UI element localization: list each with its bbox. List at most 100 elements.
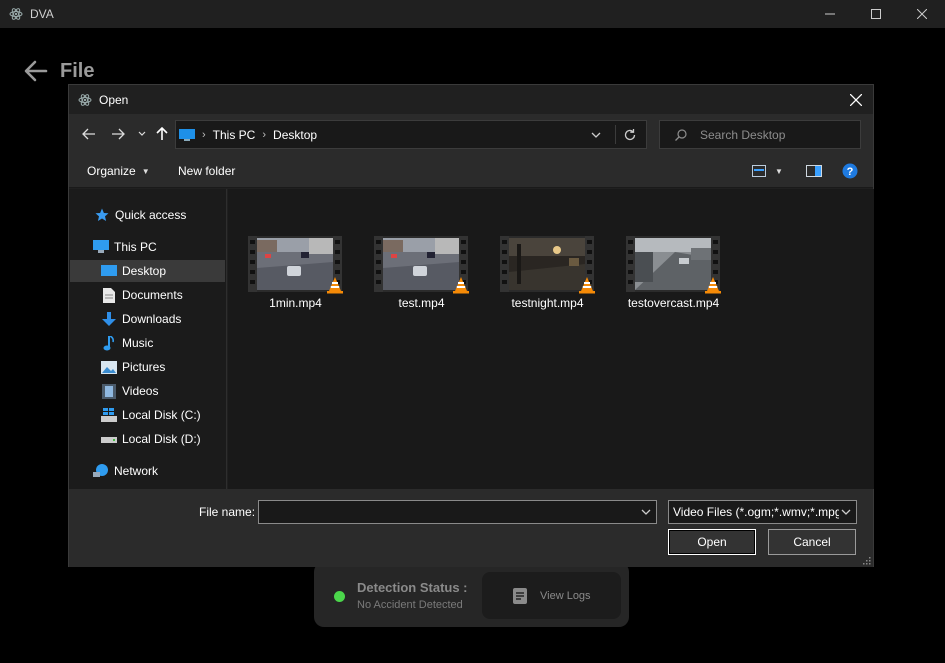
documents-icon <box>101 287 117 303</box>
file-list: 1min.mp4 test.mp4 testnight.mp4 testover… <box>228 189 874 489</box>
vlc-cone-icon <box>705 277 721 294</box>
forward-button[interactable] <box>109 125 127 143</box>
view-logs-label: View Logs <box>540 589 591 602</box>
file-type-filter-select[interactable]: Video Files (*.ogm;*.wmv;*.mpg <box>668 500 857 524</box>
divider <box>615 125 616 144</box>
file-item[interactable]: testnight.mp4 <box>485 231 595 311</box>
app-title: DVA <box>30 7 54 21</box>
chevron-down-icon[interactable] <box>590 129 602 141</box>
file-name: testnight.mp4 <box>511 296 584 310</box>
dialog-close-button[interactable] <box>845 89 867 111</box>
sidebar-item-label: Music <box>122 336 154 350</box>
vlc-cone-icon <box>327 277 343 294</box>
dialog-titlebar: Open <box>69 85 873 114</box>
address-bar[interactable]: › This PC › Desktop <box>175 120 647 149</box>
back-button[interactable] <box>80 125 98 143</box>
music-icon <box>101 335 117 351</box>
up-button[interactable] <box>153 125 171 143</box>
refresh-icon[interactable] <box>622 127 638 143</box>
preview-pane-button[interactable] <box>806 163 822 179</box>
video-thumbnail <box>500 236 595 294</box>
desktop-icon <box>101 263 117 279</box>
sidebar-item-videos[interactable]: Videos <box>101 380 225 402</box>
file-item[interactable]: 1min.mp4 <box>233 231 343 311</box>
organize-label: Organize <box>87 164 136 178</box>
breadcrumb-desktop[interactable]: Desktop <box>273 128 317 142</box>
new-folder-button[interactable]: New folder <box>178 164 235 178</box>
page-header: File <box>22 57 94 85</box>
help-button[interactable]: ? <box>842 163 858 179</box>
command-bar: Organize ▼ New folder ▼ ? <box>69 154 873 188</box>
status-title: Detection Status : <box>357 580 468 595</box>
recent-locations-button[interactable] <box>133 125 151 143</box>
detection-status-panel: Detection Status : No Accident Detected … <box>314 562 629 627</box>
open-file-dialog: Open › This PC › Desktop Organize ▼ <box>68 84 874 567</box>
sidebar-item-network[interactable]: Network <box>93 460 223 482</box>
file-name-label: File name: <box>199 505 256 519</box>
sidebar-item-label: Network <box>114 464 159 478</box>
breadcrumb-this-pc[interactable]: This PC <box>213 128 256 142</box>
chevron-down-icon[interactable] <box>640 506 652 518</box>
vlc-cone-icon <box>579 277 595 294</box>
minimize-icon <box>825 13 835 15</box>
breadcrumb-separator: › <box>262 128 267 141</box>
sidebar-item-local-disk-c[interactable]: Local Disk (C:) <box>101 404 225 426</box>
sidebar-item-this-pc[interactable]: This PC <box>93 236 223 258</box>
page-title: File <box>60 59 95 82</box>
sidebar-item-documents[interactable]: Documents <box>101 284 225 306</box>
sidebar-item-label: Quick access <box>115 208 187 222</box>
sidebar-item-quick-access[interactable]: Quick access <box>94 204 224 226</box>
file-name: test.mp4 <box>398 296 445 310</box>
video-thumbnail <box>626 236 721 294</box>
file-name: 1min.mp4 <box>269 296 322 310</box>
electron-logo-icon <box>78 93 92 106</box>
close-window-button[interactable] <box>899 0 945 28</box>
file-item[interactable]: testovercast.mp4 <box>611 231 721 311</box>
search-input[interactable] <box>700 127 860 142</box>
open-button[interactable]: Open <box>668 529 756 555</box>
search-icon <box>675 128 687 141</box>
file-name-input[interactable] <box>259 501 629 523</box>
sidebar-item-label: Pictures <box>122 360 166 374</box>
network-icon <box>93 463 109 479</box>
sidebar-item-downloads[interactable]: Downloads <box>101 308 225 330</box>
back-arrow-icon[interactable] <box>22 57 50 85</box>
computer-icon <box>179 128 195 141</box>
sidebar-item-label: Desktop <box>122 264 167 278</box>
video-thumbnail <box>248 236 343 294</box>
help-icon: ? <box>842 163 858 179</box>
organize-button[interactable]: Organize ▼ <box>87 164 150 178</box>
maximize-icon <box>871 9 881 19</box>
chevron-down-icon <box>841 509 851 515</box>
sidebar-item-desktop[interactable]: Desktop <box>70 260 225 282</box>
file-name-combobox[interactable] <box>258 500 657 524</box>
video-thumbnail <box>374 236 469 294</box>
maximize-button[interactable] <box>853 0 899 28</box>
search-box[interactable] <box>659 120 861 149</box>
view-logs-button[interactable]: View Logs <box>482 572 621 619</box>
sidebar-item-label: Videos <box>122 384 159 398</box>
arrow-right-icon <box>112 128 125 140</box>
file-item[interactable]: test.mp4 <box>359 231 469 311</box>
sidebar-item-music[interactable]: Music <box>101 332 225 354</box>
change-view-button[interactable]: ▼ <box>752 163 783 179</box>
electron-logo-icon <box>9 8 23 20</box>
arrow-up-icon <box>156 127 168 140</box>
sidebar-item-label: Local Disk (C:) <box>122 408 201 422</box>
resize-grip-icon[interactable] <box>861 555 871 565</box>
window-controls <box>807 0 945 28</box>
download-icon <box>101 311 117 327</box>
sidebar-item-pictures[interactable]: Pictures <box>101 356 225 378</box>
preview-pane-icon <box>806 165 822 177</box>
sidebar-item-label: Downloads <box>122 312 182 326</box>
minimize-button[interactable] <box>807 0 853 28</box>
cancel-button[interactable]: Cancel <box>768 529 856 555</box>
view-options-icon <box>752 165 766 177</box>
sidebar-item-label: This PC <box>114 240 157 254</box>
pictures-icon <box>101 359 117 375</box>
sidebar-item-label: Local Disk (D:) <box>122 432 201 446</box>
sidebar-item-local-disk-d[interactable]: Local Disk (D:) <box>101 428 225 450</box>
svg-text:?: ? <box>847 166 854 178</box>
file-name: testovercast.mp4 <box>627 296 720 310</box>
drive-d-icon <box>101 431 117 447</box>
